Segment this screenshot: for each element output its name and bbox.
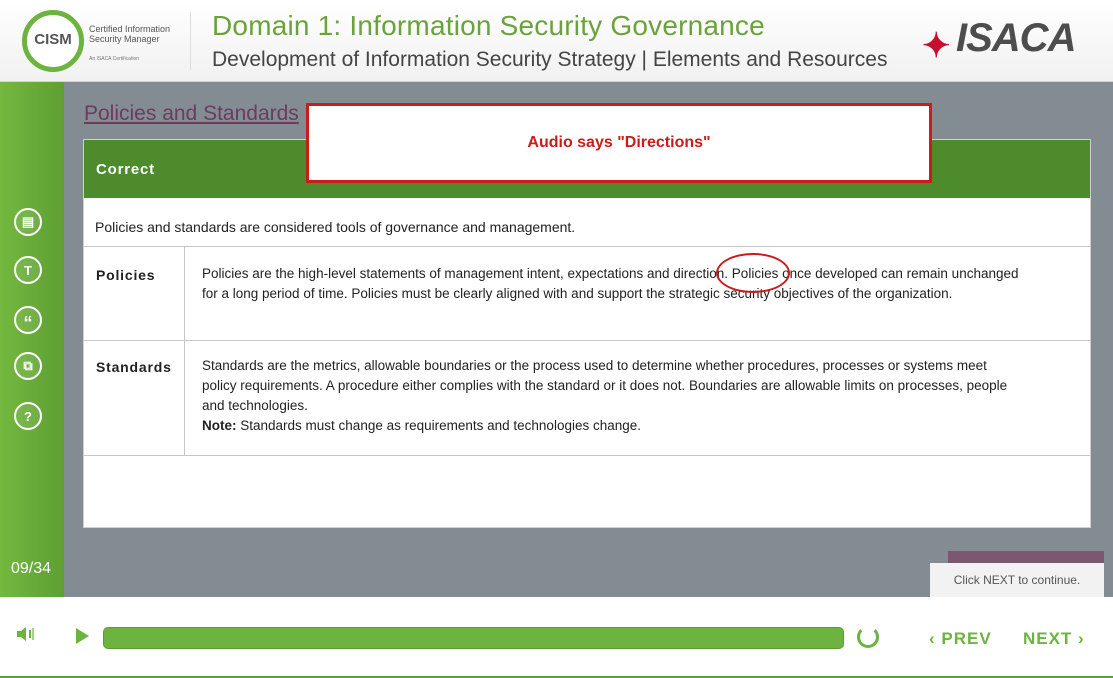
speaker-icon	[17, 627, 34, 641]
play-icon[interactable]	[76, 628, 89, 644]
prev-button[interactable]: ‹ PREV	[929, 629, 992, 649]
cert-line-2: Security Manager	[89, 34, 160, 44]
isaca-star-icon: ✦	[922, 27, 951, 65]
note-text: Standards must change as requirements an…	[236, 418, 642, 433]
feedback-panel: Correct Policies and standards are consi…	[83, 139, 1091, 528]
direction-highlight-circle	[716, 253, 790, 293]
sidebar: ▤ T “ ⧉ ? 09/34	[0, 82, 64, 597]
progress-bar[interactable]	[103, 627, 844, 649]
cert-text: Certified Information Security Manager	[89, 24, 179, 44]
slide-counter: 09/34	[11, 560, 52, 577]
next-button[interactable]: NEXT ›	[1023, 629, 1085, 649]
next-hint: Click NEXT to continue.	[930, 563, 1104, 597]
audio-annotation-text: Audio says "Directions"	[527, 134, 711, 151]
page-title: Domain 1: Information Security Governanc…	[212, 10, 765, 41]
player-controls: ‹ PREV NEXT ›	[0, 597, 1113, 678]
slide-title: Policies and Standards	[84, 102, 299, 125]
cert-subtitle: An ISACA Certification	[89, 56, 140, 62]
isaca-logo: ✦ ISACA	[922, 14, 1082, 68]
note-label: Note:	[202, 418, 237, 433]
progress-fill	[104, 628, 843, 648]
divider	[84, 455, 1090, 456]
feedback-status: Correct	[96, 161, 155, 178]
header: CISM Certified Information Security Mana…	[0, 0, 1113, 82]
audio-annotation: Audio says "Directions"	[306, 103, 932, 183]
definition-policies: Policies are the high-level statements o…	[202, 266, 1019, 301]
cism-logo: CISM	[22, 10, 84, 72]
intro-text: Policies and standards are considered to…	[95, 219, 576, 235]
quote-icon[interactable]: “	[14, 306, 42, 334]
term-policies: Policies	[96, 267, 156, 283]
standards-text: Standards are the metrics, allowable bou…	[202, 358, 1008, 413]
replay-icon[interactable]	[857, 626, 879, 648]
divider	[84, 340, 1090, 341]
term-standards: Standards	[96, 359, 172, 375]
column-divider	[184, 247, 185, 456]
layers-icon[interactable]: ⧉	[14, 352, 42, 380]
hint-bar	[948, 551, 1104, 563]
definition-standards: Standards are the metrics, allowable bou…	[202, 356, 1022, 436]
page-subtitle: Development of Information Security Stra…	[212, 48, 888, 71]
cert-line-1: Certified Information	[89, 24, 171, 34]
isaca-wordmark: ISACA	[956, 16, 1076, 60]
header-divider	[190, 12, 191, 70]
notes-icon[interactable]: ▤	[14, 208, 42, 236]
help-icon[interactable]: ?	[14, 402, 42, 430]
volume-icon[interactable]	[16, 626, 40, 644]
logo-text: CISM	[34, 31, 72, 48]
divider	[84, 246, 1090, 247]
transcript-icon[interactable]: T	[14, 256, 42, 284]
